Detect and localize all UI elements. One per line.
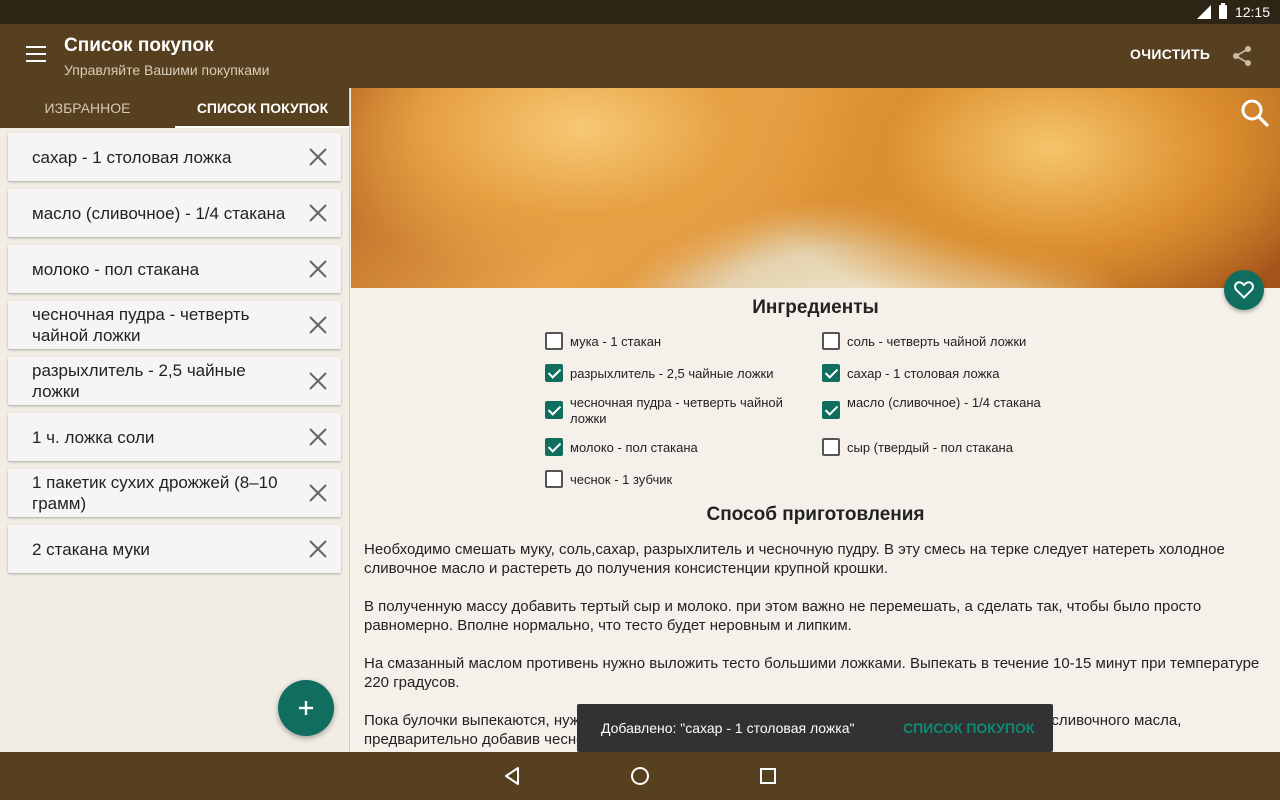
list-item-text: масло (сливочное) - 1/4 стакана <box>32 203 286 223</box>
add-icon <box>299 701 313 715</box>
ingredient-checkbox[interactable] <box>545 470 563 488</box>
list-item[interactable]: 1 ч. ложка соли <box>8 413 341 461</box>
ingredient-checkbox[interactable] <box>545 401 563 419</box>
ingredient-checkbox[interactable] <box>822 401 840 419</box>
ingredient-label: мука - 1 стакан <box>570 334 662 349</box>
method-title: Способ приготовления <box>706 504 925 525</box>
close-icon[interactable] <box>308 203 328 223</box>
close-icon[interactable] <box>308 483 328 503</box>
list-item-text: сахар - 1 столовая ложка <box>32 147 232 167</box>
ingredient-label: сахар - 1 столовая ложка <box>847 366 1000 381</box>
close-icon[interactable] <box>308 315 328 335</box>
ingredient-checkbox[interactable] <box>822 364 840 382</box>
ingredient-checkbox[interactable] <box>545 364 563 382</box>
list-item-text: 2 стакана муки <box>32 539 150 559</box>
recipe-content: Ингредиенты мука - 1 стакан соль - четвер… <box>351 288 1280 752</box>
app-title: Список покупок <box>64 35 214 56</box>
list-item[interactable]: сахар - 1 столовая ложка <box>8 133 341 181</box>
navigation-bar <box>0 752 1280 800</box>
list-item[interactable]: молоко - пол стакана <box>8 245 341 293</box>
favorite-button[interactable] <box>1224 270 1264 310</box>
method-paragraph: В полученную массу добавить тертый сыр и… <box>364 598 1202 634</box>
list-item-text: 1 ч. ложка соли <box>32 427 155 447</box>
tab-favorites[interactable]: ИЗБРАННОЕ <box>0 88 175 128</box>
ingredient-label: молоко - пол стакана <box>570 440 698 455</box>
snackbar-action-button[interactable]: СПИСОК ПОКУПОК <box>903 720 1034 736</box>
list-item[interactable]: разрыхлитель - 2,5 чайные ложки <box>8 357 341 405</box>
list-item[interactable]: 1 пакетик сухих дрожжей (8–10 грамм) <box>8 469 341 517</box>
recipe-image <box>351 88 1280 288</box>
recents-icon[interactable] <box>756 764 780 788</box>
status-time: 12:15 <box>1234 4 1270 20</box>
ingredients-title: Ингредиенты <box>752 297 879 318</box>
close-icon[interactable] <box>308 259 328 279</box>
snackbar-message: Добавлено: "сахар - 1 столовая ложка" <box>601 720 855 736</box>
list-item[interactable]: 2 стакана муки <box>8 525 341 573</box>
home-icon[interactable] <box>628 764 652 788</box>
list-item-text: разрыхлитель - 2,5 чайные ложки <box>32 361 246 401</box>
ingredient-checkbox[interactable] <box>822 438 840 456</box>
method-paragraph: Необходимо смешать муку, соль,сахар, раз… <box>364 541 1225 577</box>
list-item-text: молоко - пол стакана <box>32 259 200 279</box>
ingredient-checkbox[interactable] <box>545 438 563 456</box>
close-icon[interactable] <box>308 147 328 167</box>
list-item-text: чесночная пудра - четверть чайной ложки <box>32 305 250 345</box>
list-item-text: 1 пакетик сухих дрожжей (8–10 грамм) <box>32 473 278 513</box>
close-icon[interactable] <box>308 371 328 391</box>
ingredient-label: соль - четверть чайной ложки <box>847 334 1027 349</box>
heart-icon <box>1234 281 1254 299</box>
add-button[interactable] <box>278 680 334 736</box>
list-item[interactable]: масло (сливочное) - 1/4 стакана <box>8 189 341 237</box>
ingredient-checkbox[interactable] <box>545 332 563 350</box>
signal-icon <box>1196 5 1211 19</box>
menu-icon[interactable] <box>26 46 46 62</box>
back-icon[interactable] <box>500 764 524 788</box>
app-subtitle: Управляйте Вашими покупками <box>64 62 270 78</box>
tab-bar: ИЗБРАННОЕ СПИСОК ПОКУПОК <box>0 88 350 128</box>
ingredient-checkbox[interactable] <box>822 332 840 350</box>
tab-shopping-list[interactable]: СПИСОК ПОКУПОК <box>175 88 350 128</box>
close-icon[interactable] <box>308 539 328 559</box>
search-icon[interactable] <box>1240 98 1270 128</box>
ingredient-label: масло (сливочное) - 1/4 стакана <box>847 395 1041 410</box>
battery-icon <box>1218 3 1227 19</box>
list-item[interactable]: чесночная пудра - четверть чайной ложки <box>8 301 341 349</box>
clear-button[interactable]: ОЧИСТИТЬ <box>1130 46 1210 62</box>
pane-divider <box>349 88 350 752</box>
ingredient-label: чесночная пудра - четверть чайной ложки <box>570 395 783 426</box>
ingredient-label: чеснок - 1 зубчик <box>570 472 673 487</box>
close-icon[interactable] <box>308 427 328 447</box>
method-paragraph: На смазанный маслом противень нужно выло… <box>364 655 1260 691</box>
ingredient-label: разрыхлитель - 2,5 чайные ложки <box>570 366 774 381</box>
snackbar: Добавлено: "сахар - 1 столовая ложка" СП… <box>577 704 1053 752</box>
share-icon[interactable] <box>1230 44 1254 68</box>
app-bar: Список покупок Управляйте Вашими покупка… <box>0 24 1280 88</box>
ingredient-label: сыр (твердый - пол стакана <box>847 440 1013 455</box>
status-bar: 12:15 <box>0 0 1280 24</box>
